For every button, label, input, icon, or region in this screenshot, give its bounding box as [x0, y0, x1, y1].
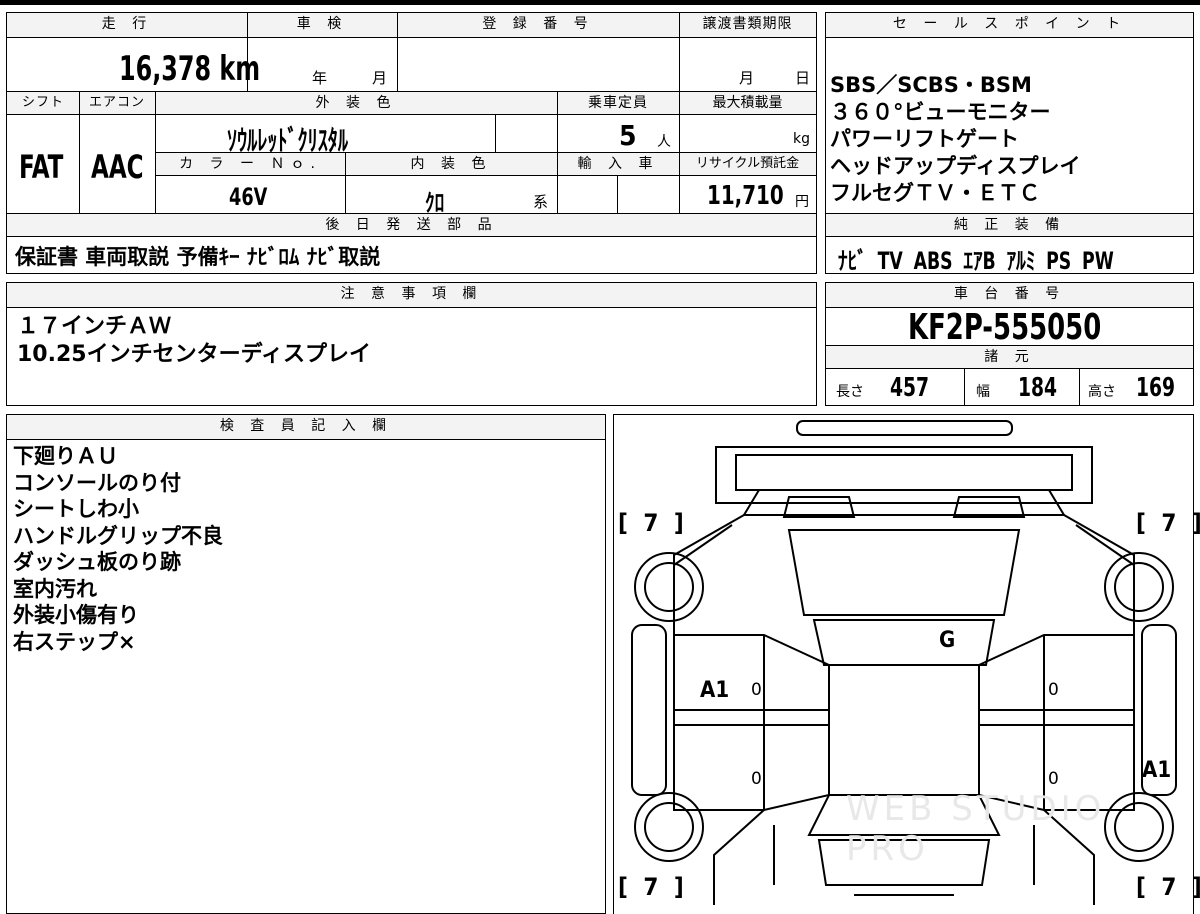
shaken-year-label: 年: [312, 69, 328, 87]
mileage-value: 16,378 km: [119, 49, 261, 89]
capacity-header: 乗車定員: [557, 92, 679, 114]
tire-front-right-grade: [ 7 ]: [1136, 509, 1200, 537]
capacity-unit: 人: [657, 134, 671, 150]
max-load-unit: kg: [793, 131, 810, 147]
chassis-number-value: KF2P-555050: [908, 307, 1102, 348]
vehicle-info-table: 走 行 車 検 登 録 番 号 譲渡書類期限 16,378 km 年 月 月 日…: [6, 12, 817, 274]
import-header: 輸 入 車: [557, 153, 679, 175]
car-damage-diagram: [ 7 ] [ 7 ] [ 7 ] [ 7 ] G A1 A1 0 0 0 0 …: [613, 414, 1200, 914]
tire-rear-right-grade: [ 7 ]: [1136, 873, 1200, 901]
watermark-text: WEB STUDIO PRO: [846, 789, 1106, 869]
aircon-header: エアコン: [79, 92, 155, 114]
transfer-header: 譲渡書類期限: [679, 13, 816, 37]
shift-header: シフト: [7, 92, 79, 114]
interior-suffix: 系: [533, 193, 549, 211]
length-value: 457: [890, 373, 930, 403]
damage-mark-g: G: [939, 628, 956, 653]
aircon-value: AAC: [91, 148, 144, 186]
damage-mark-a1-right-rocker: A1: [1142, 758, 1172, 783]
chassis-header: 車 台 番 号: [826, 283, 1193, 307]
equipment-header: 純 正 装 備: [826, 214, 1193, 236]
mileage-header: 走 行: [7, 13, 247, 37]
transfer-month-label: 月: [739, 69, 755, 87]
sales-point-box: セ ー ル ス ポ イ ン ト SBS／SCBS・BSM ３６０°ビューモニター…: [825, 12, 1194, 275]
door-mark-0-front-left: 0: [751, 680, 762, 700]
chassis-specs-box: 車 台 番 号 KF2P-555050 諸 元 長さ 457 幅 184 高さ …: [825, 282, 1194, 406]
inspector-box: 検 査 員 記 入 欄 下廻りＡＵ コンソールのり付 シートしわ小 ハンドルグリ…: [6, 414, 606, 914]
specs-header: 諸 元: [826, 346, 1193, 368]
max-load-header: 最大積載量: [679, 92, 816, 114]
width-value: 184: [1018, 373, 1058, 403]
notes-list: １７インチＡＷ 10.25インチセンターディスプレイ: [17, 314, 372, 367]
registration-header: 登 録 番 号: [397, 13, 679, 37]
recycle-unit: 円: [795, 194, 809, 210]
recycle-header: リサイクル預託金: [679, 153, 816, 175]
interior-header: 内 装 色: [345, 153, 557, 175]
tire-front-left-grade: [ 7 ]: [618, 509, 688, 537]
width-label: 幅: [976, 384, 990, 400]
shipping-parts-value: 保証書 車両取説 予備ｷｰ ﾅﾋﾞﾛﾑ ﾅﾋﾞ取説: [15, 245, 381, 269]
damage-mark-a1-left-door: A1: [700, 678, 730, 703]
equipment-value: ﾅﾋﾞ TV ABS ｴｱB ｱﾙﾐ PS PW: [838, 247, 1114, 275]
transfer-day-label: 日: [795, 69, 811, 87]
height-value: 169: [1136, 373, 1176, 403]
tire-rear-left-grade: [ 7 ]: [618, 873, 688, 901]
door-mark-0-front-right: 0: [1048, 680, 1059, 700]
capacity-value: 5: [619, 119, 637, 152]
notes-box: 注 意 事 項 欄 １７インチＡＷ 10.25インチセンターディスプレイ: [6, 282, 817, 406]
shaken-month-label: 月: [372, 69, 388, 87]
exterior-header: 外 装 色: [155, 92, 557, 114]
door-mark-0-rear-right: 0: [1048, 769, 1059, 789]
color-no-value: 46V: [229, 183, 268, 211]
sales-points-list: SBS／SCBS・BSM ３６０°ビューモニター パワーリフトゲート ヘッドアッ…: [830, 73, 1081, 205]
top-edge-remnant: [0, 0, 1200, 5]
inspector-notes-list: 下廻りＡＵ コンソールのり付 シートしわ小 ハンドルグリップ不良 ダッシュ板のり…: [13, 444, 223, 654]
sales-points-header: セ ー ル ス ポ イ ン ト: [826, 13, 1193, 37]
color-no-header: カ ラ ー Ｎｏ.: [155, 153, 345, 175]
shift-value: FAT: [19, 148, 64, 186]
recycle-value: 11,710: [707, 181, 784, 211]
shipping-header: 後 日 発 送 部 品: [7, 214, 816, 236]
height-label: 高さ: [1088, 384, 1116, 400]
door-mark-0-rear-left: 0: [751, 769, 762, 789]
shaken-header: 車 検: [247, 13, 397, 37]
inspector-header: 検 査 員 記 入 欄: [7, 415, 605, 439]
length-label: 長さ: [836, 384, 864, 400]
notes-header: 注 意 事 項 欄: [7, 283, 816, 307]
